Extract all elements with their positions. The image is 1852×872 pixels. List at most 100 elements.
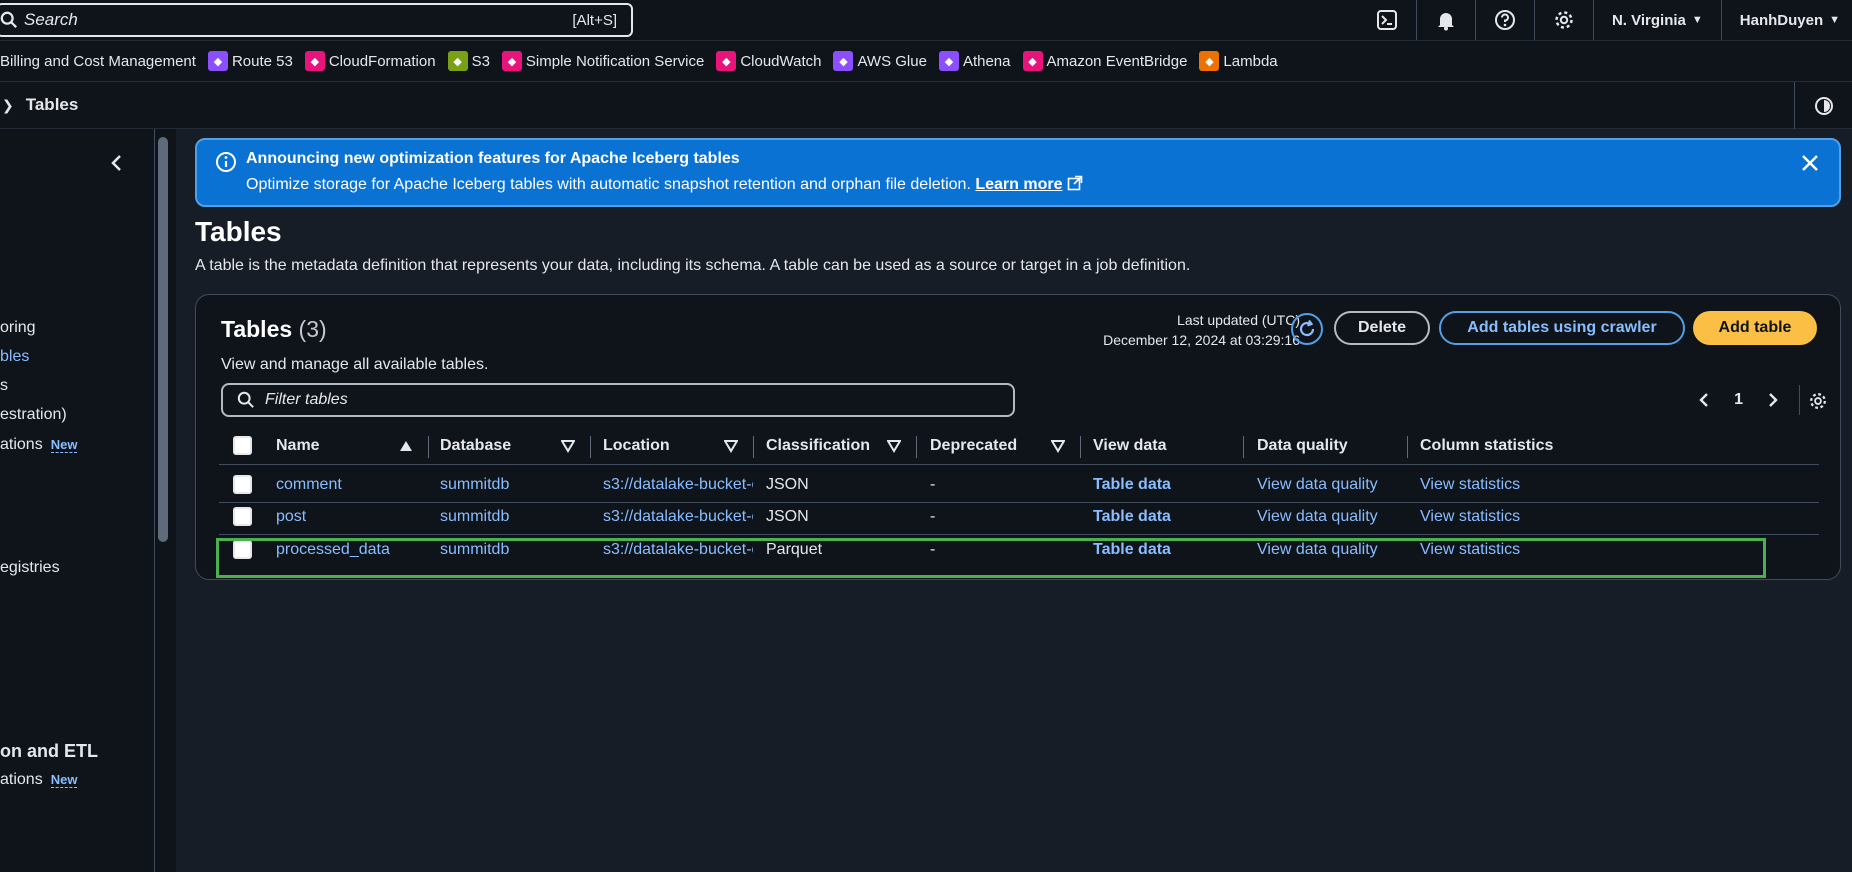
tables-heading-text: Tables — [221, 316, 293, 342]
sidebar-item-integrations[interactable]: ations New — [0, 436, 78, 454]
table-name-link[interactable]: comment — [276, 476, 342, 494]
favorite-label: CloudWatch — [740, 52, 822, 70]
favorite-cloudwatch[interactable]: ◆ CloudWatch — [716, 51, 821, 71]
chevron-right-icon[interactable] — [1763, 391, 1781, 409]
favorite-billing[interactable]: Billing and Cost Management — [0, 53, 196, 70]
banner-title: Announcing new optimization features for… — [246, 150, 740, 167]
favorite-lambda[interactable]: ◆ Lambda — [1199, 51, 1278, 71]
favorite-glue[interactable]: ◆ AWS Glue — [833, 51, 927, 71]
view-data-quality-link[interactable]: View data quality — [1257, 508, 1378, 526]
select-all-checkbox[interactable] — [233, 436, 252, 455]
table-row: comment summitdb s3://datalake-bucket-c JSO… — [219, 467, 1819, 503]
table-data-link[interactable]: Table data — [1093, 476, 1171, 494]
chevron-right-icon: ❯ — [2, 96, 14, 113]
favorite-cloudformation[interactable]: ◆ CloudFormation — [304, 51, 436, 71]
region-selector[interactable]: N. Virginia ▼ — [1592, 0, 1721, 40]
last-updated: Last updated (UTC) December 12, 2024 at … — [1103, 310, 1300, 350]
favorite-label: AWS Glue — [857, 52, 927, 70]
database-link[interactable]: summitdb — [440, 476, 509, 494]
table-row: post summitdb s3://datalake-bucket-c JSON - T… — [219, 499, 1819, 535]
column-divider — [428, 436, 429, 458]
gear-icon[interactable] — [1808, 391, 1828, 411]
column-header-location[interactable]: Location — [603, 437, 670, 455]
table-data-link[interactable]: Table data — [1093, 508, 1171, 526]
cloudwatch-icon: ◆ — [716, 51, 737, 71]
add-table-button[interactable]: Add table — [1693, 311, 1817, 345]
sidebar: oring bles s estration) ations New egistr… — [0, 129, 154, 872]
delete-button[interactable]: Delete — [1334, 311, 1430, 345]
chevron-left-icon[interactable] — [1696, 391, 1714, 409]
row-checkbox[interactable] — [233, 475, 252, 494]
sidebar-item-registries[interactable]: egistries — [0, 559, 60, 577]
sort-icon[interactable] — [561, 439, 575, 453]
pager-divider — [1799, 385, 1800, 415]
sidebar-item-partial[interactable]: s — [0, 377, 8, 395]
favorites-bar: Billing and Cost Management ◆ Route 53 ◆ Clo… — [0, 40, 1852, 82]
refresh-icon — [1299, 319, 1315, 337]
sort-ascending-icon[interactable] — [399, 439, 413, 453]
banner-body: Optimize storage for Apache Iceberg tabl… — [246, 176, 971, 193]
favorite-label: CloudFormation — [328, 52, 436, 70]
location-link[interactable]: s3://datalake-bucket-c — [603, 508, 753, 526]
lambda-icon: ◆ — [1199, 51, 1220, 71]
learn-more-link[interactable]: Learn more — [975, 176, 1062, 193]
cloudshell-button[interactable] — [1358, 0, 1416, 40]
sidebar-item-label: ations — [0, 436, 43, 453]
settings-button[interactable] — [1533, 0, 1593, 40]
view-statistics-link[interactable]: View statistics — [1420, 508, 1520, 526]
classification-cell: JSON — [766, 476, 809, 493]
view-statistics-link[interactable]: View statistics — [1420, 476, 1520, 494]
favorite-s3[interactable]: ◆ S3 — [447, 51, 490, 71]
route53-icon: ◆ — [207, 51, 228, 71]
column-header-column-statistics: Column statistics — [1420, 437, 1554, 454]
column-header-database[interactable]: Database — [440, 437, 511, 455]
column-divider — [916, 436, 917, 458]
close-icon[interactable] — [1799, 152, 1821, 174]
sidebar-item-orchestration[interactable]: estration) — [0, 406, 67, 424]
refresh-button[interactable] — [1291, 313, 1323, 345]
column-header-deprecated[interactable]: Deprecated — [930, 437, 1017, 455]
cloudshell-icon — [1376, 10, 1397, 30]
column-header-name[interactable]: Name — [276, 437, 320, 455]
sidebar-item-etl-integrations[interactable]: ations New — [0, 771, 78, 789]
sidebar-item-tables[interactable]: bles — [0, 348, 29, 366]
column-divider — [1407, 436, 1408, 458]
filter-placeholder: Filter tables — [265, 391, 348, 408]
location-link[interactable]: s3://datalake-bucket-c — [603, 476, 753, 494]
breadcrumb: ❯ Tables — [0, 82, 1852, 129]
column-header-classification[interactable]: Classification — [766, 437, 870, 455]
add-tables-crawler-button[interactable]: Add tables using crawler — [1439, 311, 1685, 345]
search-shortcut: [Alt+S] — [572, 11, 617, 29]
panel-toggle-button[interactable] — [1794, 82, 1852, 129]
sort-icon[interactable] — [887, 439, 901, 453]
region-label: N. Virginia — [1611, 11, 1686, 29]
table-name-link[interactable]: post — [276, 508, 306, 526]
favorite-eventbridge[interactable]: ◆ Amazon EventBridge — [1022, 51, 1187, 71]
sort-icon[interactable] — [1051, 439, 1065, 453]
sidebar-item-monitoring[interactable]: oring — [0, 319, 36, 337]
search-input[interactable]: Search [Alt+S] — [0, 3, 633, 37]
filter-tables-input[interactable]: Filter tables — [221, 383, 1015, 417]
new-badge: New — [50, 772, 78, 788]
notifications-button[interactable] — [1415, 0, 1475, 40]
eventbridge-icon: ◆ — [1022, 51, 1043, 71]
column-divider — [1080, 436, 1081, 458]
row-checkbox[interactable] — [233, 507, 252, 526]
page-number[interactable]: 1 — [1734, 391, 1743, 409]
favorite-sns[interactable]: ◆ Simple Notification Service — [501, 51, 705, 71]
deprecated-cell: - — [930, 508, 936, 525]
sidebar-scrollbar[interactable] — [158, 137, 168, 542]
athena-icon: ◆ — [938, 51, 959, 71]
favorite-athena[interactable]: ◆ Athena — [938, 51, 1011, 71]
favorite-label: Lambda — [1223, 52, 1278, 70]
sort-icon[interactable] — [724, 439, 738, 453]
favorite-route53[interactable]: ◆ Route 53 — [207, 51, 293, 71]
cloudformation-icon: ◆ — [304, 51, 325, 71]
chevron-left-icon[interactable] — [106, 152, 128, 174]
help-button[interactable] — [1474, 0, 1534, 40]
favorite-label: Simple Notification Service — [525, 52, 705, 70]
account-menu[interactable]: HanhDuyen ▼ — [1720, 0, 1852, 40]
view-data-quality-link[interactable]: View data quality — [1257, 476, 1378, 494]
database-link[interactable]: summitdb — [440, 508, 509, 526]
column-header-data-quality: Data quality — [1257, 437, 1348, 454]
